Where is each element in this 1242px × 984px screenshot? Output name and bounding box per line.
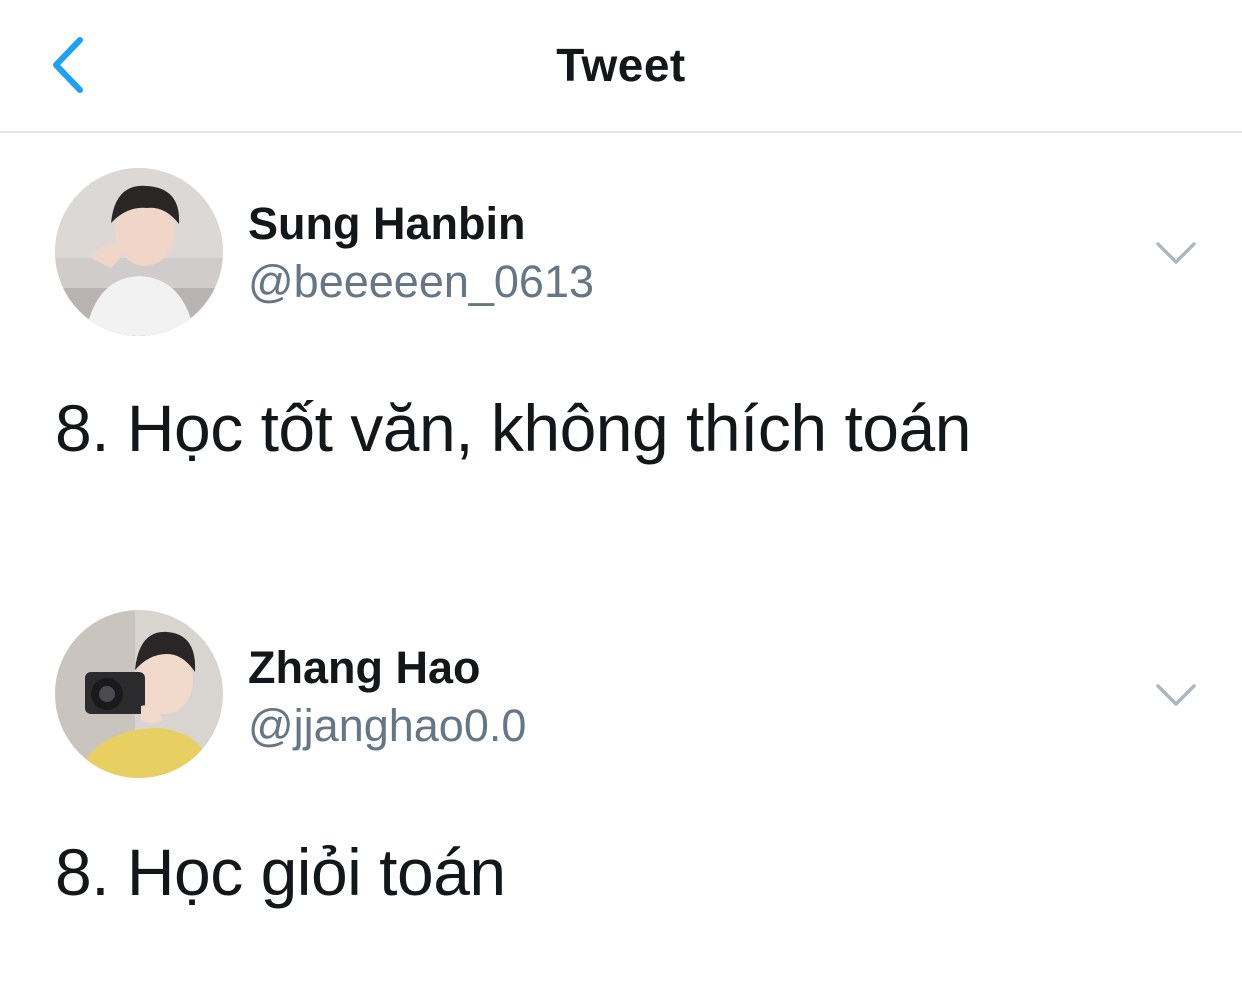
page-title: Tweet (556, 39, 686, 91)
avatar[interactable] (55, 610, 223, 778)
tweet-menu-button[interactable] (1152, 236, 1200, 270)
display-name[interactable]: Sung Hanbin (248, 198, 525, 250)
tweet-text: 8. Học giỏi toán (55, 835, 506, 909)
avatar[interactable] (55, 168, 223, 336)
user-handle[interactable]: @beeeeen_0613 (248, 256, 594, 308)
tweet-detail-screen: Tweet Sung Hanbin @beeeeen_0613 8. Học t… (0, 0, 1242, 984)
user-handle[interactable]: @jjanghao0.0 (248, 700, 526, 752)
navigation-bar: Tweet (0, 0, 1242, 133)
display-name[interactable]: Zhang Hao (248, 642, 481, 694)
tweet-menu-button[interactable] (1152, 678, 1200, 712)
tweet-text: 8. Học tốt văn, không thích toán (55, 391, 971, 465)
chevron-down-icon (1156, 242, 1196, 264)
chevron-down-icon (1156, 684, 1196, 706)
